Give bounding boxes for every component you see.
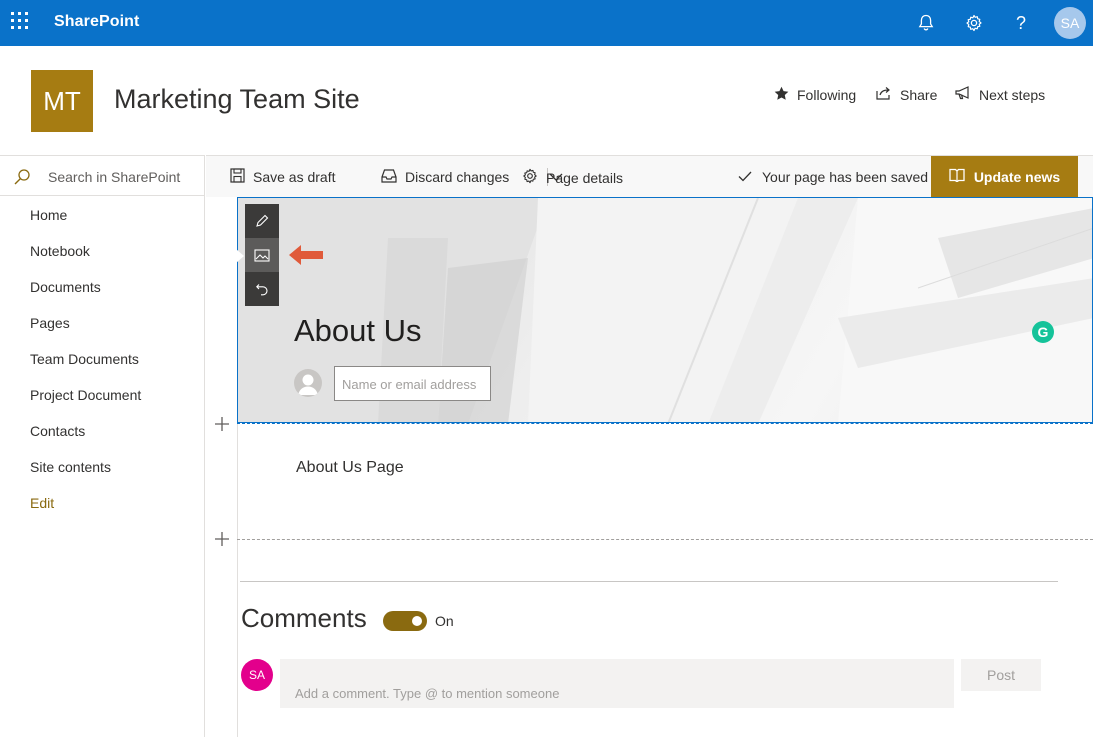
save-draft-button[interactable]: Save as draft: [230, 168, 336, 186]
comments-toggle[interactable]: [383, 611, 427, 631]
comment-input[interactable]: Add a comment. Type @ to mention someone: [280, 659, 954, 708]
checkmark-icon: [738, 169, 752, 185]
search-placeholder: Search in SharePoint: [48, 169, 181, 185]
hero-toolbar: [245, 204, 279, 306]
site-title[interactable]: Marketing Team Site: [114, 84, 360, 115]
save-draft-label: Save as draft: [253, 169, 336, 185]
page-details-button[interactable]: Page details: [522, 168, 623, 187]
left-nav: Search in SharePoint Home Notebook Docum…: [0, 155, 205, 737]
nav-item-pages[interactable]: Pages: [30, 315, 70, 331]
next-steps-label: Next steps: [979, 86, 1046, 103]
bell-icon[interactable]: [913, 10, 939, 36]
edit-icon[interactable]: [245, 204, 279, 238]
canvas-border: [237, 424, 238, 737]
toggle-knob: [412, 616, 422, 626]
add-section-icon[interactable]: [213, 415, 231, 433]
grammarly-icon[interactable]: G: [1032, 321, 1054, 343]
help-icon[interactable]: ?: [1008, 10, 1034, 36]
star-icon: [774, 86, 789, 104]
search-icon: [13, 168, 31, 191]
page-title[interactable]: About Us: [294, 313, 422, 349]
command-bar: Save as draft Discard changes Page detai…: [206, 155, 1093, 197]
waffle-icon[interactable]: [11, 12, 33, 34]
suite-bar: SharePoint ? SA: [0, 0, 1093, 46]
search-input[interactable]: Search in SharePoint: [0, 155, 204, 196]
toggle-label: On: [435, 613, 454, 629]
next-steps-button[interactable]: Next steps: [955, 86, 1045, 103]
nav-item-project-document[interactable]: Project Document: [30, 387, 141, 403]
author-name-input[interactable]: Name or email address: [334, 366, 491, 401]
following-label: Following: [797, 87, 857, 103]
update-news-button[interactable]: Update news: [931, 156, 1078, 197]
section-divider: [237, 423, 1093, 424]
text-webpart[interactable]: About Us Page: [296, 459, 404, 477]
section-divider: [237, 539, 1093, 540]
post-button[interactable]: Post: [961, 659, 1041, 691]
share-icon: [876, 86, 892, 103]
comments-divider: [240, 581, 1058, 582]
page-details-label: Page details: [546, 169, 624, 186]
app-name[interactable]: SharePoint: [54, 13, 139, 31]
gear-icon: [522, 168, 538, 187]
saved-status: Your page has been saved: [738, 169, 928, 185]
reset-icon[interactable]: [245, 272, 279, 306]
commenter-avatar: SA: [241, 659, 273, 691]
discard-icon: [381, 168, 397, 186]
nav-item-notebook[interactable]: Notebook: [30, 243, 90, 259]
change-image-icon[interactable]: [245, 238, 279, 272]
saved-status-label: Your page has been saved: [762, 169, 929, 185]
megaphone-icon: [955, 86, 971, 103]
site-logo[interactable]: MT: [31, 70, 93, 132]
save-icon: [230, 168, 245, 186]
gear-icon[interactable]: [961, 10, 987, 36]
hero-toolbar-pointer: [236, 249, 244, 263]
share-label: Share: [900, 86, 938, 103]
arrow-left-icon: [287, 243, 325, 272]
discard-label: Discard changes: [405, 169, 510, 185]
share-button[interactable]: Share: [876, 86, 937, 103]
discard-changes-button[interactable]: Discard changes: [381, 168, 509, 186]
add-section-icon[interactable]: [213, 530, 231, 548]
nav-item-team-documents[interactable]: Team Documents: [30, 351, 139, 367]
nav-edit-link[interactable]: Edit: [30, 495, 54, 511]
nav-item-documents[interactable]: Documents: [30, 279, 101, 295]
following-button[interactable]: Following: [774, 86, 856, 104]
user-avatar[interactable]: SA: [1054, 7, 1086, 39]
nav-item-site-contents[interactable]: Site contents: [30, 459, 111, 475]
comments-title: Comments: [241, 603, 367, 633]
update-news-label: Update news: [973, 168, 1061, 185]
author-avatar: [294, 369, 322, 397]
book-icon: [949, 168, 965, 185]
nav-item-contacts[interactable]: Contacts: [30, 423, 85, 439]
nav-item-home[interactable]: Home: [30, 207, 67, 223]
